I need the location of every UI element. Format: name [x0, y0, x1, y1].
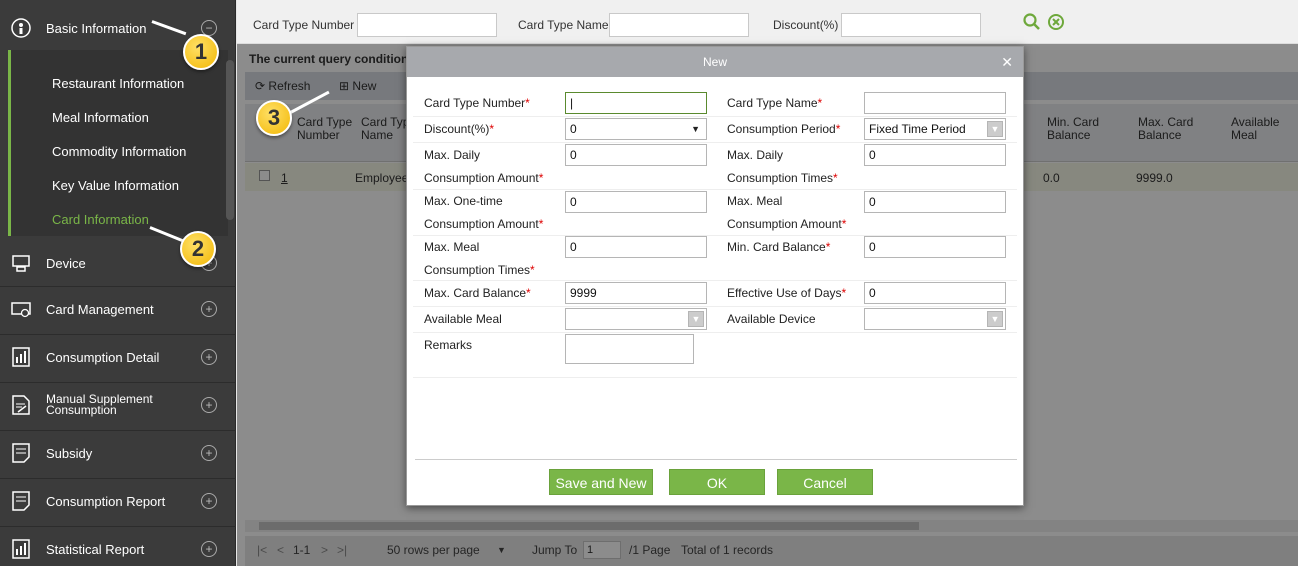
sidebar-item-label: Card Management	[46, 301, 154, 317]
sidebar-item-manual-supplement-consumption[interactable]: Manual Supplement Consumption +	[0, 382, 236, 428]
basic-information-icon	[10, 17, 32, 39]
dialog-title: New	[702, 55, 727, 69]
max-meal-amount-input[interactable]: 0	[864, 191, 1006, 213]
max-daily-amount-field-label: Max. Daily Consumption Amount*	[424, 148, 544, 185]
max-daily-amount-input[interactable]: 0	[565, 144, 707, 166]
document-icon	[10, 442, 32, 464]
expand-icon[interactable]: +	[201, 445, 217, 461]
max-onetime-amount-field-label: Max. One-time Consumption Amount*	[424, 194, 544, 231]
chevron-down-icon: ▼	[987, 121, 1003, 137]
card-type-name-input[interactable]	[864, 92, 1006, 114]
expand-icon[interactable]: +	[201, 349, 217, 365]
sidebar-item-label: Device	[46, 255, 86, 271]
card-type-number-input[interactable]: |	[565, 92, 707, 114]
search-bar: Card Type Number Card Type Name Discount…	[237, 0, 1298, 44]
max-onetime-amount-input[interactable]: 0	[565, 191, 707, 213]
sidebar-item-restaurant-information[interactable]: Restaurant Information	[52, 76, 184, 91]
remarks-field-label: Remarks	[424, 338, 473, 352]
available-device-select[interactable]: ▼	[864, 308, 1006, 330]
manual-supplement-icon	[10, 394, 32, 416]
sidebar-item-statistical-report[interactable]: Statistical Report +	[0, 526, 236, 566]
chevron-down-icon: ▼	[688, 311, 704, 327]
remarks-input[interactable]	[565, 334, 694, 364]
sidebar-submenu: Restaurant Information Meal Information …	[8, 50, 228, 236]
consumption-period-select[interactable]: Fixed Time Period ▼	[864, 118, 1006, 140]
max-daily-times-field-label: Max. Daily Consumption Times*	[727, 148, 838, 185]
max-meal-amount-field-label: Max. Meal Consumption Amount*	[727, 194, 847, 231]
expand-icon[interactable]: +	[201, 301, 217, 317]
max-card-balance-field-label: Max. Card Balance*	[424, 286, 531, 300]
max-meal-times-field-label: Max. Meal Consumption Times*	[424, 240, 535, 277]
sidebar-item-subsidy[interactable]: Subsidy +	[0, 430, 236, 476]
clear-icon[interactable]	[1047, 13, 1065, 36]
card-type-name-search-input[interactable]	[609, 13, 749, 37]
close-icon[interactable]: ✕	[1001, 47, 1013, 77]
max-daily-times-input[interactable]: 0	[864, 144, 1006, 166]
available-meal-select[interactable]: ▼	[565, 308, 707, 330]
discount-field-label: Discount(%)*	[424, 122, 495, 136]
min-card-balance-input[interactable]: 0	[864, 236, 1006, 258]
expand-icon[interactable]: +	[201, 397, 217, 413]
sidebar-item-meal-information[interactable]: Meal Information	[52, 110, 149, 125]
consumption-period-field-label: Consumption Period*	[727, 122, 841, 136]
sidebar-scrollbar[interactable]	[226, 60, 234, 220]
sidebar-item-label: Basic Information	[46, 20, 147, 36]
card-type-number-label: Card Type Number	[253, 18, 355, 32]
sidebar-item-card-management[interactable]: Card Management +	[0, 286, 236, 332]
sidebar-item-consumption-report[interactable]: Consumption Report +	[0, 478, 236, 524]
max-card-balance-input[interactable]: 9999	[565, 282, 707, 304]
ok-button[interactable]: OK	[669, 469, 765, 495]
card-management-icon	[10, 298, 32, 320]
chevron-down-icon: ▼	[691, 124, 700, 134]
sidebar-item-label: Subsidy	[46, 445, 93, 461]
card-type-number-search-input[interactable]	[357, 13, 497, 37]
min-card-balance-field-label: Min. Card Balance*	[727, 240, 831, 254]
chevron-down-icon: ▼	[987, 311, 1003, 327]
document-icon	[10, 490, 32, 512]
max-meal-times-input[interactable]: 0	[565, 236, 707, 258]
cancel-button[interactable]: Cancel	[777, 469, 873, 495]
sidebar-item-label: Consumption Report	[46, 493, 166, 509]
new-card-type-dialog: New ✕ Card Type Number* | Card Type Name…	[406, 46, 1024, 506]
expand-icon[interactable]: +	[201, 493, 217, 509]
report-icon	[10, 538, 32, 560]
sidebar-item-label: Statistical Report	[46, 541, 145, 557]
discount-label: Discount(%)	[773, 18, 839, 32]
dialog-title-bar: New ✕	[407, 47, 1023, 77]
sidebar-item-label: Consumption Detail	[46, 349, 160, 365]
callout-3: 3	[256, 100, 292, 136]
expand-icon[interactable]: +	[201, 541, 217, 557]
sidebar-item-commodity-information[interactable]: Commodity Information	[52, 144, 186, 159]
available-device-field-label: Available Device	[727, 312, 816, 326]
sidebar-item-consumption-detail[interactable]: Consumption Detail +	[0, 334, 236, 380]
effective-days-input[interactable]: 0	[864, 282, 1006, 304]
save-and-new-button[interactable]: Save and New	[549, 469, 653, 495]
report-icon	[10, 346, 32, 368]
sidebar: Basic Information − Restaurant Informati…	[0, 0, 236, 566]
search-icon[interactable]	[1023, 13, 1041, 36]
sidebar-item-card-information[interactable]: Card Information	[52, 212, 149, 227]
available-meal-field-label: Available Meal	[424, 312, 502, 326]
card-type-number-field-label: Card Type Number*	[424, 96, 530, 110]
sidebar-item-key-value-information[interactable]: Key Value Information	[52, 178, 179, 193]
callout-1: 1	[183, 34, 219, 70]
device-icon	[10, 252, 32, 274]
discount-select[interactable]: 0 ▼	[565, 118, 707, 140]
callout-2: 2	[180, 231, 216, 267]
sidebar-item-label: Manual Supplement Consumption	[46, 392, 153, 417]
card-type-name-label: Card Type Name	[518, 18, 609, 32]
effective-days-field-label: Effective Use of Days*	[727, 286, 847, 300]
discount-search-input[interactable]	[841, 13, 981, 37]
card-type-name-field-label: Card Type Name*	[727, 96, 823, 110]
